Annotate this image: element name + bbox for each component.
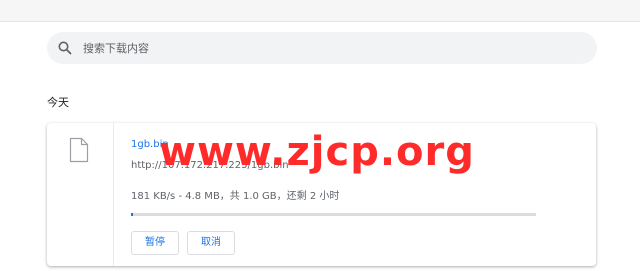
cancel-button[interactable]: 取消 [187,231,235,255]
download-status: 181 KB/s - 4.8 MB，共 1.0 GB，还剩 2 小时 [131,191,340,202]
downloads-page: 今天 1gb.bin http://107.172.217.223/1gb.bi… [0,0,640,271]
file-icon [69,137,89,163]
search-icon[interactable] [57,40,73,56]
search-bar[interactable] [47,32,597,64]
download-item-card: 1gb.bin http://107.172.217.223/1gb.bin w… [47,123,596,266]
file-icon-column [47,123,114,266]
pause-button[interactable]: 暂停 [131,231,179,255]
watermark-text: www.zjcp.org [159,129,475,175]
download-progress-bar [131,213,536,216]
date-section-title: 今天 [47,96,69,109]
search-input[interactable] [83,32,583,64]
top-toolbar [0,0,640,22]
download-progress-fill [131,213,133,216]
